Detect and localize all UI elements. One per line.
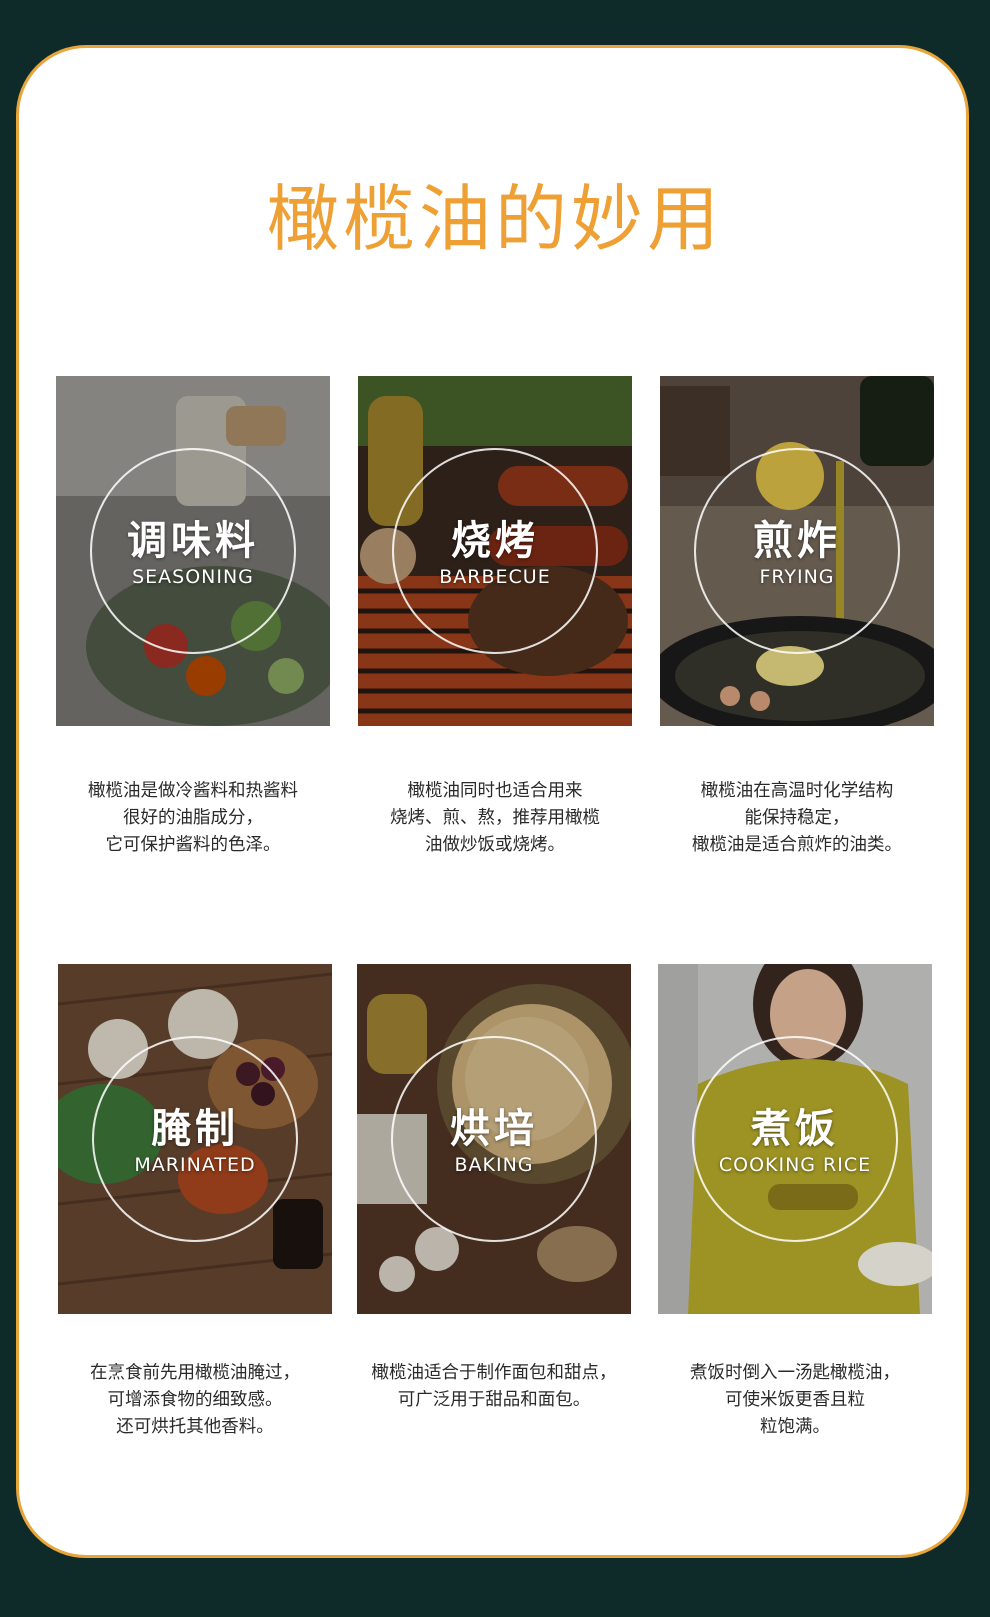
description-line: 橄榄油同时也适合用来 xyxy=(407,781,583,801)
tile-title-cn: 烘培 xyxy=(450,1106,538,1152)
tile-title-cn: 腌制 xyxy=(151,1106,239,1152)
tile-barbecue: 烧烤 BARBECUE xyxy=(358,376,632,726)
tile-seasoning: 调味料 SEASONING xyxy=(56,376,330,726)
tile-cooking-rice: 煮饭 COOKING RICE xyxy=(658,964,932,1314)
description-line: 可广泛用于甜品和面包。 xyxy=(397,1390,591,1410)
description-line: 橄榄油适合于制作面包和甜点， xyxy=(371,1363,617,1383)
tile-title-cn: 调味料 xyxy=(127,518,259,564)
description-line: 烧烤、煎、熬，推荐用橄榄 xyxy=(390,808,600,828)
tile-marinated: 腌制 MARINATED xyxy=(58,964,332,1314)
description-line: 橄榄油是做冷酱料和热酱料 xyxy=(88,781,298,801)
page-title: 橄榄油的妙用 xyxy=(266,177,723,261)
tile-title-en: MARINATED xyxy=(134,1154,256,1176)
description-cooking-rice: 煮饭时倒入一汤匙橄榄油， 可使米饭更香且粒 粒饱满。 xyxy=(650,1360,940,1441)
description-line: 在烹食前先用橄榄油腌过， xyxy=(90,1363,300,1383)
description-frying: 橄榄油在高温时化学结构 能保持稳定， 橄榄油是适合煎炸的油类。 xyxy=(652,778,942,859)
description-line: 粒饱满。 xyxy=(760,1417,830,1437)
tile-baking: 烘培 BAKING xyxy=(357,964,631,1314)
description-line: 可增添食物的细致感。 xyxy=(107,1390,283,1410)
description-marinated: 在烹食前先用橄榄油腌过， 可增添食物的细致感。 还可烘托其他香料。 xyxy=(50,1360,340,1441)
description-line: 橄榄油是适合煎炸的油类。 xyxy=(692,835,902,855)
description-seasoning: 橄榄油是做冷酱料和热酱料 很好的油脂成分， 它可保护酱料的色泽。 xyxy=(48,778,338,859)
tile-title-en: BARBECUE xyxy=(439,566,551,588)
tile-title-cn: 煎炸 xyxy=(753,518,841,564)
description-line: 还可烘托其他香料。 xyxy=(116,1417,274,1437)
description-line: 能保持稳定， xyxy=(744,808,850,828)
description-line: 很好的油脂成分， xyxy=(123,808,263,828)
tile-title-en: FRYING xyxy=(759,566,835,588)
description-line: 橄榄油在高温时化学结构 xyxy=(700,781,894,801)
tile-frying: 煎炸 FRYING xyxy=(660,376,934,726)
description-line: 它可保护酱料的色泽。 xyxy=(105,835,281,855)
description-baking: 橄榄油适合于制作面包和甜点， 可广泛用于甜品和面包。 xyxy=(349,1360,639,1414)
tile-title-cn: 煮饭 xyxy=(751,1106,839,1152)
tile-title-en: COOKING RICE xyxy=(718,1154,872,1176)
tile-title-cn: 烧烤 xyxy=(451,518,539,564)
description-barbecue: 橄榄油同时也适合用来 烧烤、煎、熬，推荐用橄榄 油做炒饭或烧烤。 xyxy=(350,778,640,859)
tile-title-en: SEASONING xyxy=(132,566,254,588)
tile-title-en: BAKING xyxy=(454,1154,534,1176)
description-line: 可使米饭更香且粒 xyxy=(725,1390,865,1410)
description-line: 煮饭时倒入一汤匙橄榄油， xyxy=(690,1363,900,1383)
description-line: 油做炒饭或烧烤。 xyxy=(425,835,565,855)
